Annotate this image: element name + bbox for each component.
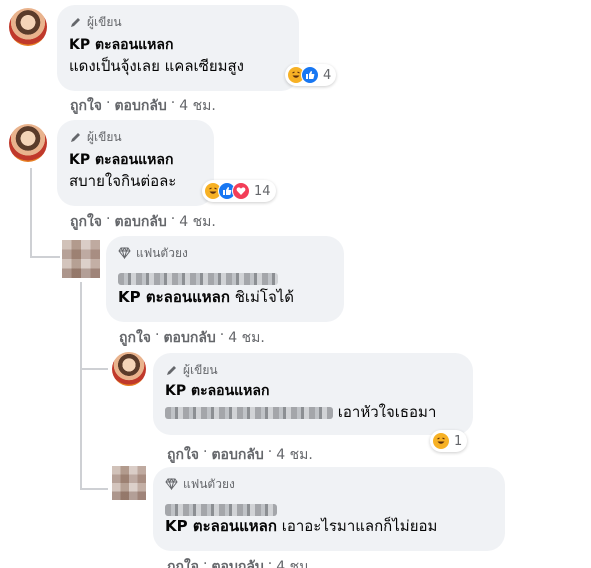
blurred-mention	[165, 406, 333, 419]
love-icon	[232, 182, 250, 200]
separator: ·	[267, 444, 273, 460]
reaction-summary[interactable]: 14	[202, 180, 276, 202]
comment-bubble: ผู้เขียน KP ตะลอนแหลก แดงเป็นจุ้งเลย แคล…	[57, 5, 299, 91]
separator: ·	[170, 211, 176, 227]
reaction-count: 1	[454, 433, 463, 449]
comment-author[interactable]: KP ตะลอนแหลก	[69, 150, 202, 170]
diamond-icon	[165, 478, 178, 491]
comment-actions: ถูกใจ · ตอบกลับ · 4 ชม.	[119, 327, 265, 349]
comment-text-body: ชิเม่โจได้	[234, 288, 295, 306]
reaction-summary[interactable]: 4	[285, 64, 337, 86]
mention-tag[interactable]: KP ตะลอนแหลก	[165, 517, 277, 535]
fan-badge: แฟนตัวยง	[165, 475, 493, 493]
reply-button[interactable]: ตอบกลับ	[114, 211, 166, 233]
comment-text: KP ตะลอนแหลก เอาอะไรมาแลกก็ไม่ยอม	[165, 515, 493, 537]
comment-text: KP ตะลอนแหลก ชิเม่โจได้	[118, 286, 332, 308]
thread-line	[30, 256, 60, 258]
like-button[interactable]: ถูกใจ	[70, 95, 102, 117]
reaction-count: 4	[323, 67, 332, 83]
like-button[interactable]: ถูกใจ	[70, 211, 102, 233]
pencil-icon	[165, 364, 178, 377]
thread-line	[80, 282, 82, 490]
comment-text-body: เอาหัวใจเธอมา	[337, 403, 437, 421]
comment-text: สบายใจกินต่อละ	[69, 172, 177, 190]
timestamp[interactable]: 4 ชม.	[179, 211, 216, 233]
blurred-name	[118, 268, 332, 285]
comment-actions: ถูกใจ · ตอบกลับ · 4 ชม.	[70, 211, 216, 233]
comment-text: เอาหัวใจเธอมา	[165, 401, 461, 423]
comment-author[interactable]: KP ตะลอนแหลก	[165, 381, 461, 401]
comment-actions: ถูกใจ · ตอบกลับ · 4 ชม.	[167, 556, 313, 568]
separator: ·	[219, 327, 225, 343]
like-button[interactable]: ถูกใจ	[119, 327, 151, 349]
avatar[interactable]	[9, 124, 47, 162]
badge-label: แฟนตัวยง	[183, 476, 235, 491]
separator: ·	[106, 95, 111, 111]
reply-button[interactable]: ตอบกลับ	[163, 327, 215, 349]
like-button[interactable]: ถูกใจ	[167, 444, 199, 466]
author-badge: ผู้เขียน	[69, 13, 287, 31]
like-icon	[301, 66, 319, 84]
badge-label: แฟนตัวยง	[136, 245, 188, 260]
avatar[interactable]	[112, 466, 146, 500]
comment-bubble: ผู้เขียน KP ตะลอนแหลก เอาหัวใจเธอมา	[153, 353, 473, 435]
avatar[interactable]	[9, 8, 47, 46]
reply-button[interactable]: ตอบกลับ	[211, 556, 263, 568]
pencil-icon	[69, 131, 82, 144]
blurred-name	[165, 499, 493, 516]
fan-badge: แฟนตัวยง	[118, 244, 332, 262]
author-badge: ผู้เขียน	[69, 128, 202, 146]
reply-button[interactable]: ตอบกลับ	[114, 95, 166, 117]
avatar[interactable]	[112, 352, 146, 386]
timestamp[interactable]: 4 ชม.	[179, 95, 216, 117]
thread-line	[80, 488, 108, 490]
badge-label: ผู้เขียน	[87, 14, 122, 29]
comment-text: แดงเป็นจุ้งเลย แคลเซียมสูง	[69, 57, 244, 75]
mention-tag[interactable]: KP ตะลอนแหลก	[118, 288, 230, 306]
comment-bubble: แฟนตัวยง KP ตะลอนแหลก ชิเม่โจได้	[106, 236, 344, 322]
comment-text-body: เอาอะไรมาแลกก็ไม่ยอม	[281, 517, 438, 535]
author-badge: ผู้เขียน	[165, 361, 461, 379]
timestamp[interactable]: 4 ชม.	[276, 556, 313, 568]
comment-bubble: ผู้เขียน KP ตะลอนแหลก สบายใจกินต่อละ	[57, 120, 214, 206]
reply-button[interactable]: ตอบกลับ	[211, 444, 263, 466]
diamond-icon	[118, 247, 131, 260]
separator: ·	[170, 95, 176, 111]
badge-label: ผู้เขียน	[87, 129, 122, 144]
thread-line	[80, 368, 108, 370]
badge-label: ผู้เขียน	[183, 362, 218, 377]
separator: ·	[106, 211, 111, 227]
separator: ·	[203, 556, 208, 568]
pencil-icon	[69, 16, 82, 29]
separator: ·	[267, 556, 273, 568]
avatar[interactable]	[62, 240, 100, 278]
timestamp[interactable]: 4 ชม.	[228, 327, 265, 349]
comment-actions: ถูกใจ · ตอบกลับ · 4 ชม.	[167, 444, 313, 466]
timestamp[interactable]: 4 ชม.	[276, 444, 313, 466]
comment-author[interactable]: KP ตะลอนแหลก	[69, 35, 287, 55]
thread-line	[30, 168, 32, 258]
reaction-summary[interactable]: 1	[430, 430, 468, 452]
like-button[interactable]: ถูกใจ	[167, 556, 199, 568]
separator: ·	[203, 444, 208, 460]
comment-bubble: แฟนตัวยง KP ตะลอนแหลก เอาอะไรมาแลกก็ไม่ย…	[153, 467, 505, 551]
comment-actions: ถูกใจ · ตอบกลับ · 4 ชม.	[70, 95, 216, 117]
haha-icon	[432, 432, 450, 450]
reaction-count: 14	[254, 183, 271, 199]
separator: ·	[155, 327, 160, 343]
